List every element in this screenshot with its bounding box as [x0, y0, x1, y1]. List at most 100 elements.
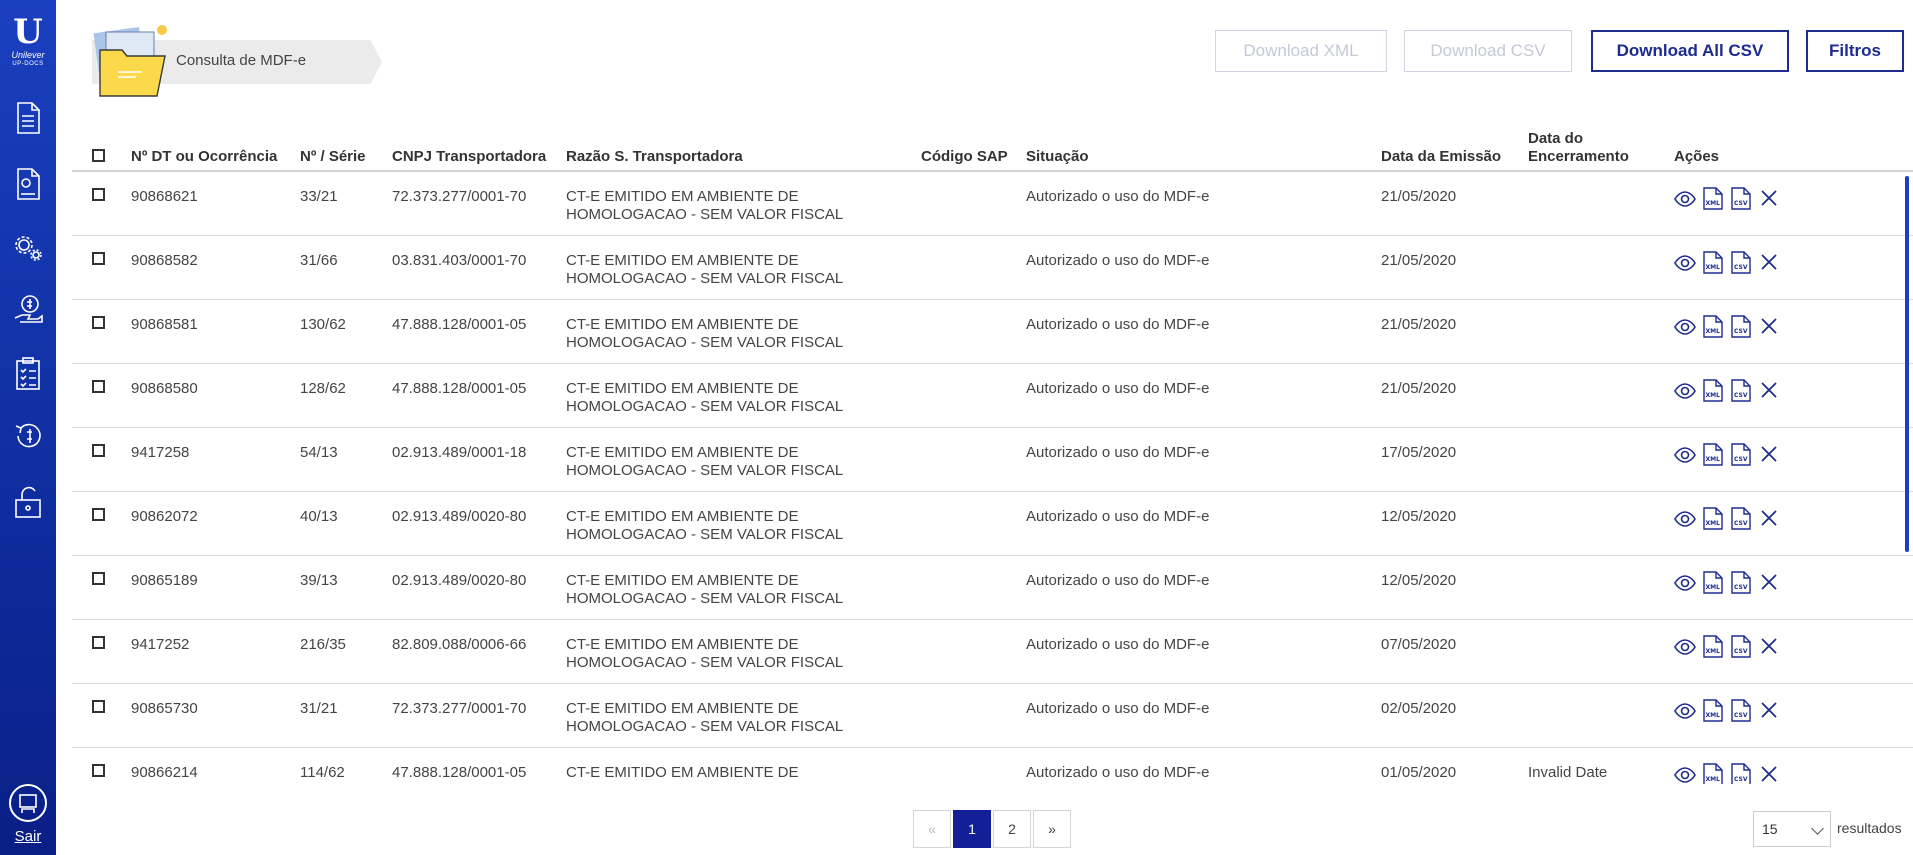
eye-icon[interactable]	[1674, 314, 1696, 338]
unilever-logo[interactable]: U Unilever UP-DOCS	[6, 14, 50, 72]
xml-file-icon[interactable]: XML	[1702, 186, 1724, 210]
row-checkbox[interactable]	[92, 764, 105, 777]
table-row[interactable]: 90868581 130/62 47.888.128/0001-05 Autoriza…	[72, 300, 1913, 364]
document-icon[interactable]	[12, 100, 44, 136]
xml-file-icon[interactable]: XML	[1702, 506, 1724, 530]
csv-file-icon[interactable]: CSV	[1730, 634, 1752, 658]
folder-icon	[84, 20, 174, 100]
unlock-icon[interactable]	[12, 484, 44, 520]
table-row[interactable]: 90865189 39/13 02.913.489/0020-80 Autorizad…	[72, 556, 1913, 620]
dfe-document-icon[interactable]	[12, 166, 44, 202]
header-razao[interactable]: Razão S. Transportadora	[566, 148, 743, 166]
money-hand-icon[interactable]	[12, 292, 44, 328]
xml-file-icon[interactable]: XML	[1702, 442, 1724, 466]
svg-text:XML: XML	[1706, 648, 1721, 655]
row-checkbox[interactable]	[92, 572, 105, 585]
csv-file-icon[interactable]: CSV	[1730, 314, 1752, 338]
xml-file-icon[interactable]: XML	[1702, 378, 1724, 402]
csv-file-icon[interactable]: CSV	[1730, 506, 1752, 530]
table-row[interactable]: 90868582 31/66 03.831.403/0001-70 Autorizad…	[72, 236, 1913, 300]
xml-file-icon[interactable]: XML	[1702, 762, 1724, 784]
close-icon[interactable]	[1758, 698, 1780, 722]
close-icon[interactable]	[1758, 570, 1780, 594]
row-checkbox[interactable]	[92, 636, 105, 649]
close-icon[interactable]	[1758, 634, 1780, 658]
cell-razao: CT-E EMITIDO EM AMBIENTE DE HOMOLOGACAO …	[566, 316, 843, 352]
filters-button[interactable]: Filtros	[1806, 30, 1904, 72]
table-row[interactable]: 90868621 33/21 72.373.277/0001-70 Autorizad…	[72, 172, 1913, 236]
currency-refresh-icon[interactable]	[12, 418, 44, 454]
page-1-button[interactable]: 1	[953, 810, 991, 848]
logo-subtitle: UP-DOCS	[12, 61, 44, 67]
close-icon[interactable]	[1758, 378, 1780, 402]
cell-cnpj: 02.913.489/0020-80	[392, 572, 527, 589]
close-icon[interactable]	[1758, 506, 1780, 530]
cell-razao-line1: CT-E EMITIDO EM AMBIENTE DE	[566, 316, 799, 333]
csv-file-icon[interactable]: CSV	[1730, 186, 1752, 210]
csv-file-icon[interactable]: CSV	[1730, 442, 1752, 466]
header-situacao[interactable]: Situação	[1026, 148, 1089, 166]
header-emissao[interactable]: Data da Emissão	[1381, 148, 1501, 166]
csv-file-icon[interactable]: CSV	[1730, 250, 1752, 274]
eye-icon[interactable]	[1674, 442, 1696, 466]
download-xml-button[interactable]: Download XML	[1215, 30, 1387, 72]
eye-icon[interactable]	[1674, 378, 1696, 402]
user-avatar-icon[interactable]	[9, 784, 47, 822]
row-checkbox[interactable]	[92, 444, 105, 457]
page-size-select[interactable]: 15	[1753, 811, 1831, 847]
table-row[interactable]: 90866214 114/62 47.888.128/0001-05 Autoriza…	[72, 748, 1913, 784]
csv-file-icon[interactable]: CSV	[1730, 762, 1752, 784]
table-row[interactable]: 90868580 128/62 47.888.128/0001-05 Autoriza…	[72, 364, 1913, 428]
close-icon[interactable]	[1758, 314, 1780, 338]
header-cnpj[interactable]: CNPJ Transportadora	[392, 148, 546, 166]
cell-cnpj: 02.913.489/0001-18	[392, 444, 527, 461]
select-all-checkbox[interactable]	[92, 149, 105, 162]
row-checkbox[interactable]	[92, 700, 105, 713]
header-serie[interactable]: Nº / Série	[300, 148, 366, 166]
row-checkbox[interactable]	[92, 316, 105, 329]
prev-page-button[interactable]: «	[913, 810, 951, 848]
eye-icon[interactable]	[1674, 570, 1696, 594]
xml-file-icon[interactable]: XML	[1702, 634, 1724, 658]
eye-icon[interactable]	[1674, 762, 1696, 784]
row-checkbox[interactable]	[92, 380, 105, 393]
close-icon[interactable]	[1758, 762, 1780, 784]
eye-icon[interactable]	[1674, 698, 1696, 722]
xml-file-icon[interactable]: XML	[1702, 698, 1724, 722]
page-2-button[interactable]: 2	[993, 810, 1031, 848]
download-csv-button[interactable]: Download CSV	[1404, 30, 1572, 72]
row-actions: XML CSV	[1674, 250, 1780, 274]
eye-icon[interactable]	[1674, 506, 1696, 530]
csv-file-icon[interactable]: CSV	[1730, 570, 1752, 594]
close-icon[interactable]	[1758, 442, 1780, 466]
xml-file-icon[interactable]: XML	[1702, 250, 1724, 274]
cell-razao-line2: HOMOLOGACAO - SEM VALOR FISCAL	[566, 206, 844, 223]
results-label: resultados	[1837, 820, 1902, 836]
close-icon[interactable]	[1758, 250, 1780, 274]
eye-icon[interactable]	[1674, 250, 1696, 274]
logout-link[interactable]: Sair	[0, 828, 56, 845]
checklist-icon[interactable]	[12, 356, 44, 392]
csv-file-icon[interactable]: CSV	[1730, 378, 1752, 402]
header-dt[interactable]: Nº DT ou Ocorrência	[131, 148, 277, 166]
header-sap[interactable]: Código SAP	[921, 148, 1008, 166]
next-page-button[interactable]: »	[1033, 810, 1071, 848]
settings-gears-icon[interactable]	[12, 230, 44, 266]
table-row[interactable]: 90862072 40/13 02.913.489/0020-80 Autorizad…	[72, 492, 1913, 556]
table-row[interactable]: 90865730 31/21 72.373.277/0001-70 Autorizad…	[72, 684, 1913, 748]
xml-file-icon[interactable]: XML	[1702, 314, 1724, 338]
row-checkbox[interactable]	[92, 508, 105, 521]
close-icon[interactable]	[1758, 186, 1780, 210]
row-checkbox[interactable]	[92, 188, 105, 201]
xml-file-icon[interactable]: XML	[1702, 570, 1724, 594]
row-checkbox[interactable]	[92, 252, 105, 265]
eye-icon[interactable]	[1674, 634, 1696, 658]
eye-icon[interactable]	[1674, 186, 1696, 210]
table-row[interactable]: 9417258 54/13 02.913.489/0001-18 Autorizado…	[72, 428, 1913, 492]
header-encerramento[interactable]: Data do Encerramento	[1528, 130, 1629, 166]
table-row[interactable]: 9417252 216/35 82.809.088/0006-66 Autorizad…	[72, 620, 1913, 684]
cell-dt: 90868581	[131, 316, 198, 333]
csv-file-icon[interactable]: CSV	[1730, 698, 1752, 722]
table-scrollbar[interactable]	[1905, 176, 1909, 552]
download-all-csv-button[interactable]: Download All CSV	[1591, 30, 1789, 72]
